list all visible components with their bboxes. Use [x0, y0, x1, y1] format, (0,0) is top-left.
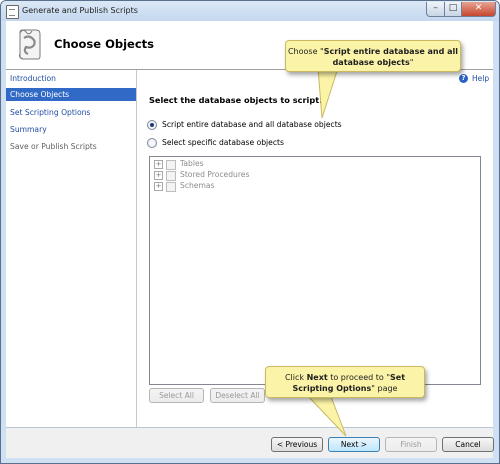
- callout-text: to proceed to ": [327, 373, 391, 382]
- bottom-callout-pointer: [304, 393, 347, 437]
- top-callout-pointer: [317, 67, 339, 119]
- callout-bold-text: Script entire database and all database …: [323, 47, 459, 67]
- callout-text: ": [409, 58, 414, 67]
- callout-bold-text: Next: [306, 373, 328, 382]
- callout-text: " page: [371, 384, 398, 393]
- top-callout: Choose "Script entire database and all d…: [285, 40, 461, 72]
- callout-text: Click: [284, 373, 307, 382]
- bottom-callout: Click Next to proceed to "Set Scripting …: [265, 366, 425, 398]
- callout-text: Choose ": [287, 47, 324, 56]
